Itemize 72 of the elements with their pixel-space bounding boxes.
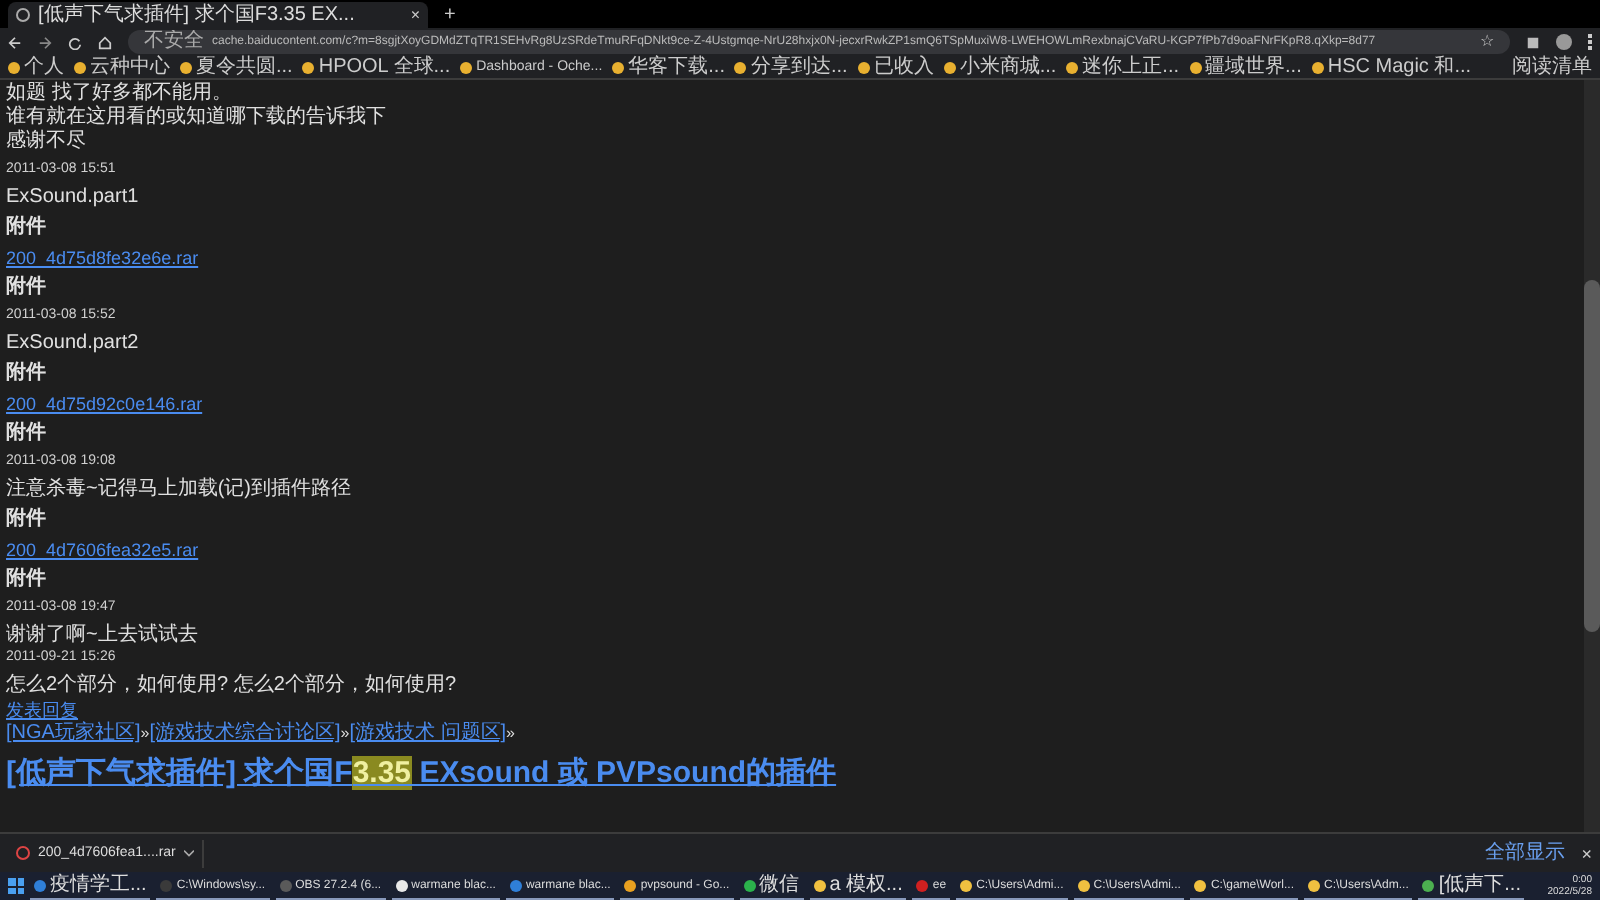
bookmark-icon <box>1189 61 1202 73</box>
bookmark-item[interactable]: 小米商城... <box>943 56 1057 78</box>
bookmark-item[interactable]: 疆域世界... <box>1189 56 1302 78</box>
forward-arrow-icon[interactable] <box>38 35 52 49</box>
post-text: ExSound.part2 <box>6 332 139 356</box>
bookmark-icon <box>1066 61 1079 73</box>
star-icon[interactable]: ☆ <box>1480 32 1494 52</box>
attachment-label: 附件 <box>6 362 46 386</box>
taskbar-label: 疫情学工... <box>50 873 147 897</box>
post-text: 怎么2个部分，如何使用? 怎么2个部分，如何使用? <box>6 674 457 698</box>
post-text: 感谢不尽 <box>6 130 86 154</box>
bookmark-icon <box>74 61 86 73</box>
attachment-label: 附件 <box>6 508 46 532</box>
new-tab-button[interactable]: + <box>436 4 464 28</box>
taskbar-item[interactable]: 疫情学工... <box>30 873 151 899</box>
bookmark-item[interactable]: HPOOL 全球... <box>302 56 451 78</box>
windows-start-icon[interactable] <box>8 878 24 894</box>
reading-list[interactable]: 阅读清单 <box>1512 56 1592 78</box>
bookmark-icon <box>857 61 870 73</box>
taskbar-label: [低声下... <box>1438 873 1521 897</box>
bookmark-icon <box>612 61 625 73</box>
profile-icon[interactable] <box>1556 34 1572 50</box>
attachment-label: 附件 <box>6 276 46 300</box>
thread-title-link[interactable]: [低声下气求插件] 求个国F3.35 EXsound 或 PVPsound的插件 <box>6 754 837 794</box>
post-text: 谁有就在这用看的或知道哪下载的告诉我下 <box>6 106 386 129</box>
attachment-link[interactable]: 200_4d7606fea32e5.rar <box>6 538 199 562</box>
scrollbar-thumb[interactable] <box>1584 280 1600 632</box>
bookmark-item[interactable]: 分享到达... <box>734 56 848 78</box>
tab-title: [低声下气求插件] 求个国F3.35 EX... <box>38 3 357 27</box>
browser-tab[interactable]: [低声下气求插件] 求个国F3.35 EX... × <box>8 2 428 28</box>
post-text: 谢谢了啊~上去试试去 <box>6 624 198 648</box>
bookmark-item[interactable]: 迷你上正... <box>1066 56 1180 78</box>
breadcrumb-link[interactable]: [NGA玩家社区] <box>6 722 141 746</box>
post-text: ExSound.part1 <box>6 186 139 210</box>
bookmark-item[interactable]: 夏令共圆... <box>180 56 293 78</box>
show-all-link[interactable]: 全部显示 <box>1485 841 1566 865</box>
taskbar-item[interactable]: [低声下... <box>1418 873 1525 899</box>
breadcrumb-separator: » <box>140 724 150 744</box>
bookmark-icon <box>943 61 956 73</box>
caret-icon[interactable] <box>183 849 194 857</box>
attachment-label: 附件 <box>6 422 46 446</box>
bookmark-item[interactable]: 华客下载... <box>612 56 725 78</box>
breadcrumb-link[interactable]: [游戏技术 问题区] <box>349 722 507 746</box>
back-arrow-icon[interactable] <box>8 35 22 49</box>
taskbar-label: a 模权... <box>829 873 903 897</box>
bookmark-icon <box>460 61 473 73</box>
attachment-link[interactable]: 200_4d75d92c0e146.rar <box>6 392 203 416</box>
bookmark-item[interactable]: HSC Magic 和... <box>1311 56 1472 78</box>
breadcrumb-link[interactable]: [游戏技术综合讨论区] <box>149 722 341 746</box>
bookmark-icon <box>8 61 20 73</box>
attachment-link[interactable]: 发表回复 <box>6 698 78 722</box>
reload-icon[interactable] <box>68 35 82 49</box>
bookmark-item[interactable]: 已收入 <box>857 56 934 78</box>
home-icon[interactable] <box>98 35 112 49</box>
bookmark-item[interactable]: 个人 <box>8 56 64 78</box>
close-button[interactable]: × <box>1581 843 1592 863</box>
bookmark-icon <box>734 61 747 73</box>
close-tab-button[interactable]: × <box>410 5 420 25</box>
attachment-link[interactable]: 200_4d75d8fe32e6e.rar <box>6 246 199 270</box>
bookmark-icon <box>180 61 192 73</box>
taskbar-item[interactable]: a 模权... <box>809 873 907 899</box>
breadcrumb-separator: » <box>340 724 350 744</box>
attachment-label: 附件 <box>6 216 46 240</box>
bookmark-icon <box>1311 61 1324 73</box>
breadcrumb-separator: » <box>506 724 515 744</box>
taskbar-label: 微信 <box>759 873 800 897</box>
bookmark-item[interactable]: 云种中心 <box>74 56 170 78</box>
taskbar-item[interactable]: 微信 <box>739 873 804 899</box>
attachment-label: 附件 <box>6 568 46 592</box>
post-text: 如题 找了好多都不能用。 <box>6 82 232 105</box>
bookmark-icon <box>302 61 315 73</box>
post-text: 注意杀毒~记得马上加载(记)到插件路径 <box>6 478 351 502</box>
